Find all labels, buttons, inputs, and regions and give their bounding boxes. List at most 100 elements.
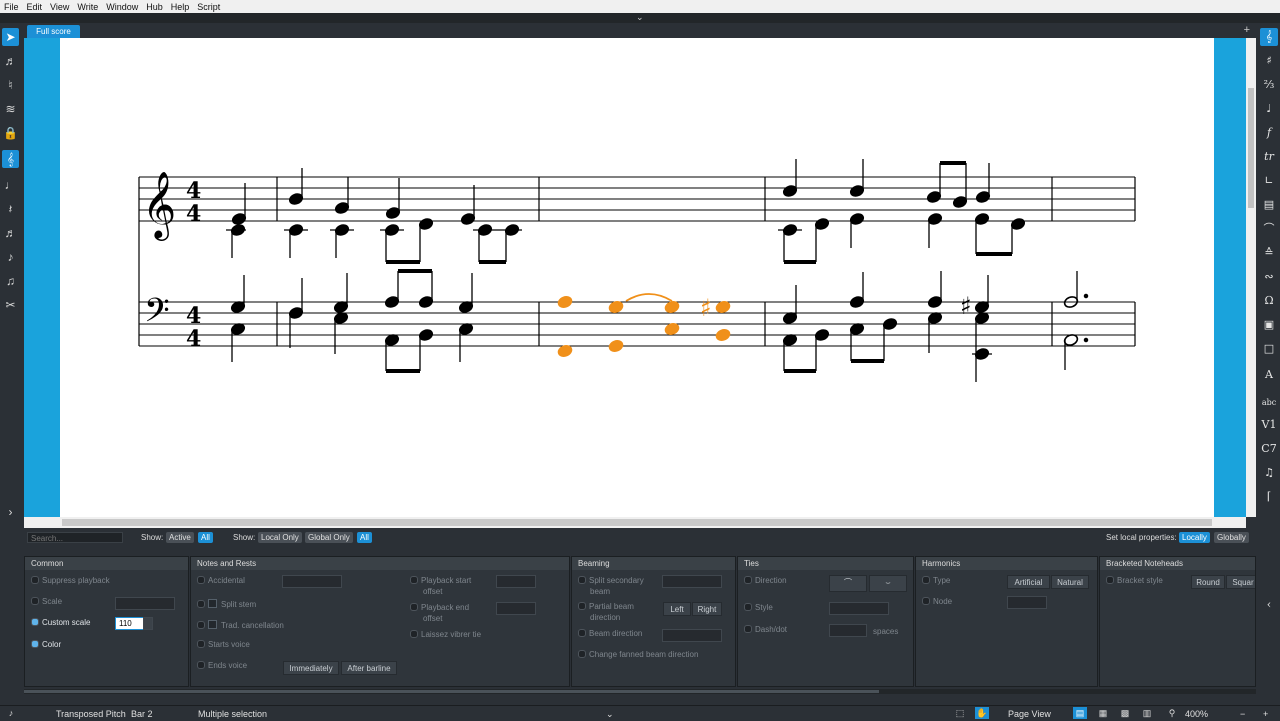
locally-button[interactable]: Locally xyxy=(1179,532,1210,543)
ear-icon[interactable]: Ω xyxy=(1260,292,1278,310)
clef-tool-icon[interactable]: 𝄞 xyxy=(2,150,19,168)
chord-icon[interactable]: ≋ xyxy=(2,100,19,118)
show-local-only-button[interactable]: Local Only xyxy=(258,532,302,543)
property-toggle[interactable] xyxy=(578,629,586,637)
playback-start-offset-input[interactable] xyxy=(496,575,536,588)
beam-direction-select[interactable] xyxy=(662,629,722,642)
trad-cancellation-row[interactable]: Trad. cancellation xyxy=(197,620,284,630)
pitch-mode-label[interactable]: Transposed Pitch xyxy=(56,709,126,719)
bracket-style-row[interactable]: Bracket style xyxy=(1106,576,1163,585)
property-toggle[interactable] xyxy=(197,600,205,608)
menu-script[interactable]: Script xyxy=(193,2,224,12)
repeat-icon[interactable]: ∟ xyxy=(1260,172,1278,190)
split-stem-checkbox[interactable] xyxy=(208,599,217,608)
score-page[interactable]: 𝄞 𝄢 44 44 ♯ ♯ xyxy=(60,38,1214,517)
eighth-note-icon[interactable]: ♪ xyxy=(2,248,19,266)
tie-style-select[interactable] xyxy=(829,602,889,615)
show-global-only-button[interactable]: Global Only xyxy=(305,532,353,543)
split-secondary-beam-select[interactable] xyxy=(662,575,722,588)
vertical-scrollbar[interactable] xyxy=(1246,38,1256,517)
globally-button[interactable]: Globally xyxy=(1214,532,1249,543)
select-box-icon[interactable]: ⬚ xyxy=(953,707,967,719)
scroll-thumb[interactable] xyxy=(24,690,879,693)
property-toggle[interactable] xyxy=(31,640,39,648)
beam-right-button[interactable]: Right xyxy=(692,602,722,616)
tab-full-score[interactable]: Full score xyxy=(27,25,80,38)
scroll-view-icon[interactable]: ▥ xyxy=(1140,707,1154,719)
select-arrow-icon[interactable]: ➤ xyxy=(2,28,19,46)
collapse-panel-icon[interactable]: ‹ xyxy=(1260,596,1278,614)
menu-edit[interactable]: Edit xyxy=(23,2,47,12)
grace-note-icon[interactable]: ♫ xyxy=(2,272,19,290)
tie-style-row[interactable]: Style xyxy=(744,603,773,612)
menu-help[interactable]: Help xyxy=(167,2,194,12)
score-notation[interactable]: 𝄞 𝄢 44 44 ♯ ♯ xyxy=(60,38,1214,517)
property-toggle[interactable] xyxy=(31,618,39,626)
property-toggle[interactable] xyxy=(744,625,752,633)
toolbar-collapse[interactable]: ⌄ xyxy=(0,12,1280,23)
custom-scale-row[interactable]: Custom scale xyxy=(31,618,90,627)
harmonic-type-row[interactable]: Type xyxy=(922,576,950,585)
split-secondary-beam-row[interactable]: Split secondary xyxy=(578,576,644,585)
round-button[interactable]: Round xyxy=(1191,575,1225,589)
horizontal-scrollbar[interactable] xyxy=(24,517,1246,528)
zoom-in-icon[interactable]: + xyxy=(1263,709,1268,719)
property-toggle[interactable] xyxy=(31,576,39,584)
property-toggle[interactable] xyxy=(197,621,205,629)
custom-scale-stepper[interactable] xyxy=(143,617,153,630)
scale-select[interactable] xyxy=(115,597,175,610)
fanned-beam-row[interactable]: Change fanned beam direction xyxy=(578,650,698,659)
tremolo-icon[interactable]: ≙ xyxy=(1260,244,1278,262)
zoom-select[interactable]: 400% xyxy=(1185,709,1208,719)
natural-button[interactable]: Natural xyxy=(1051,575,1089,589)
view-select[interactable]: Page View xyxy=(1008,709,1051,719)
properties-search-input[interactable]: Search... xyxy=(27,532,123,543)
clef-palette-icon[interactable]: 𝄞 xyxy=(1260,28,1278,46)
property-toggle[interactable] xyxy=(578,650,586,658)
property-toggle[interactable] xyxy=(578,602,586,610)
tie-down-button[interactable]: ⌣ xyxy=(869,575,907,592)
property-toggle[interactable] xyxy=(410,603,418,611)
property-toggle[interactable] xyxy=(1106,576,1114,584)
trad-cancellation-checkbox[interactable] xyxy=(208,620,217,629)
verse-icon[interactable]: V1 xyxy=(1260,416,1278,434)
tie-up-button[interactable]: ⌒ xyxy=(829,575,867,592)
after-barline-button[interactable]: After barline xyxy=(341,661,397,675)
color-row[interactable]: Color xyxy=(31,640,61,649)
partial-beam-direction-row[interactable]: Partial beam xyxy=(578,602,634,611)
split-stem-row[interactable]: Split stem xyxy=(197,599,256,609)
add-tab-icon[interactable]: + xyxy=(1244,24,1250,36)
suppress-playback-row[interactable]: Suppress playback xyxy=(31,576,110,585)
menu-write[interactable]: Write xyxy=(73,2,102,12)
stem-icon[interactable]: ♮ xyxy=(2,76,19,94)
property-toggle[interactable] xyxy=(744,576,752,584)
scale-row[interactable]: Scale xyxy=(31,597,62,606)
scissors-icon[interactable]: ✂ xyxy=(2,296,19,314)
property-toggle[interactable] xyxy=(197,576,205,584)
dynamics-icon[interactable]: f xyxy=(1260,124,1278,142)
time-signature-icon[interactable]: ⅔ xyxy=(1260,76,1278,94)
score-canvas[interactable]: 𝄞 𝄢 44 44 ♯ ♯ xyxy=(24,38,1246,517)
beam-direction-row[interactable]: Beam direction xyxy=(578,629,642,638)
scroll-thumb[interactable] xyxy=(62,519,1212,526)
note-input-status-icon[interactable]: ♪ xyxy=(4,707,18,719)
scroll-thumb[interactable] xyxy=(1248,88,1254,208)
artificial-button[interactable]: Artificial xyxy=(1007,575,1050,589)
hand-icon[interactable]: ✋ xyxy=(975,707,989,719)
playback-end-offset-row[interactable]: Playback end xyxy=(410,603,469,612)
bars-icon[interactable]: ▤ xyxy=(1260,196,1278,214)
menu-hub[interactable]: Hub xyxy=(142,2,167,12)
property-toggle[interactable] xyxy=(922,576,930,584)
immediately-button[interactable]: Immediately xyxy=(283,661,339,675)
dash-dot-row[interactable]: Dash/dot xyxy=(744,625,787,634)
playback-start-offset-row[interactable]: Playback start xyxy=(410,576,471,585)
note-input-icon[interactable]: ♬ xyxy=(2,52,19,70)
text-icon[interactable]: A xyxy=(1260,366,1278,384)
fingering-icon[interactable]: ♫ xyxy=(1260,464,1278,482)
zoom-icon[interactable]: ⚲ xyxy=(1165,707,1179,719)
panel-scrollbar[interactable] xyxy=(24,689,1256,694)
accidental-select[interactable] xyxy=(282,575,342,588)
figured-bass-icon[interactable]: ⌈ xyxy=(1260,488,1278,506)
spreads-icon[interactable]: ▩ xyxy=(1118,707,1132,719)
quarter-note-icon[interactable]: ♩ xyxy=(2,176,19,194)
